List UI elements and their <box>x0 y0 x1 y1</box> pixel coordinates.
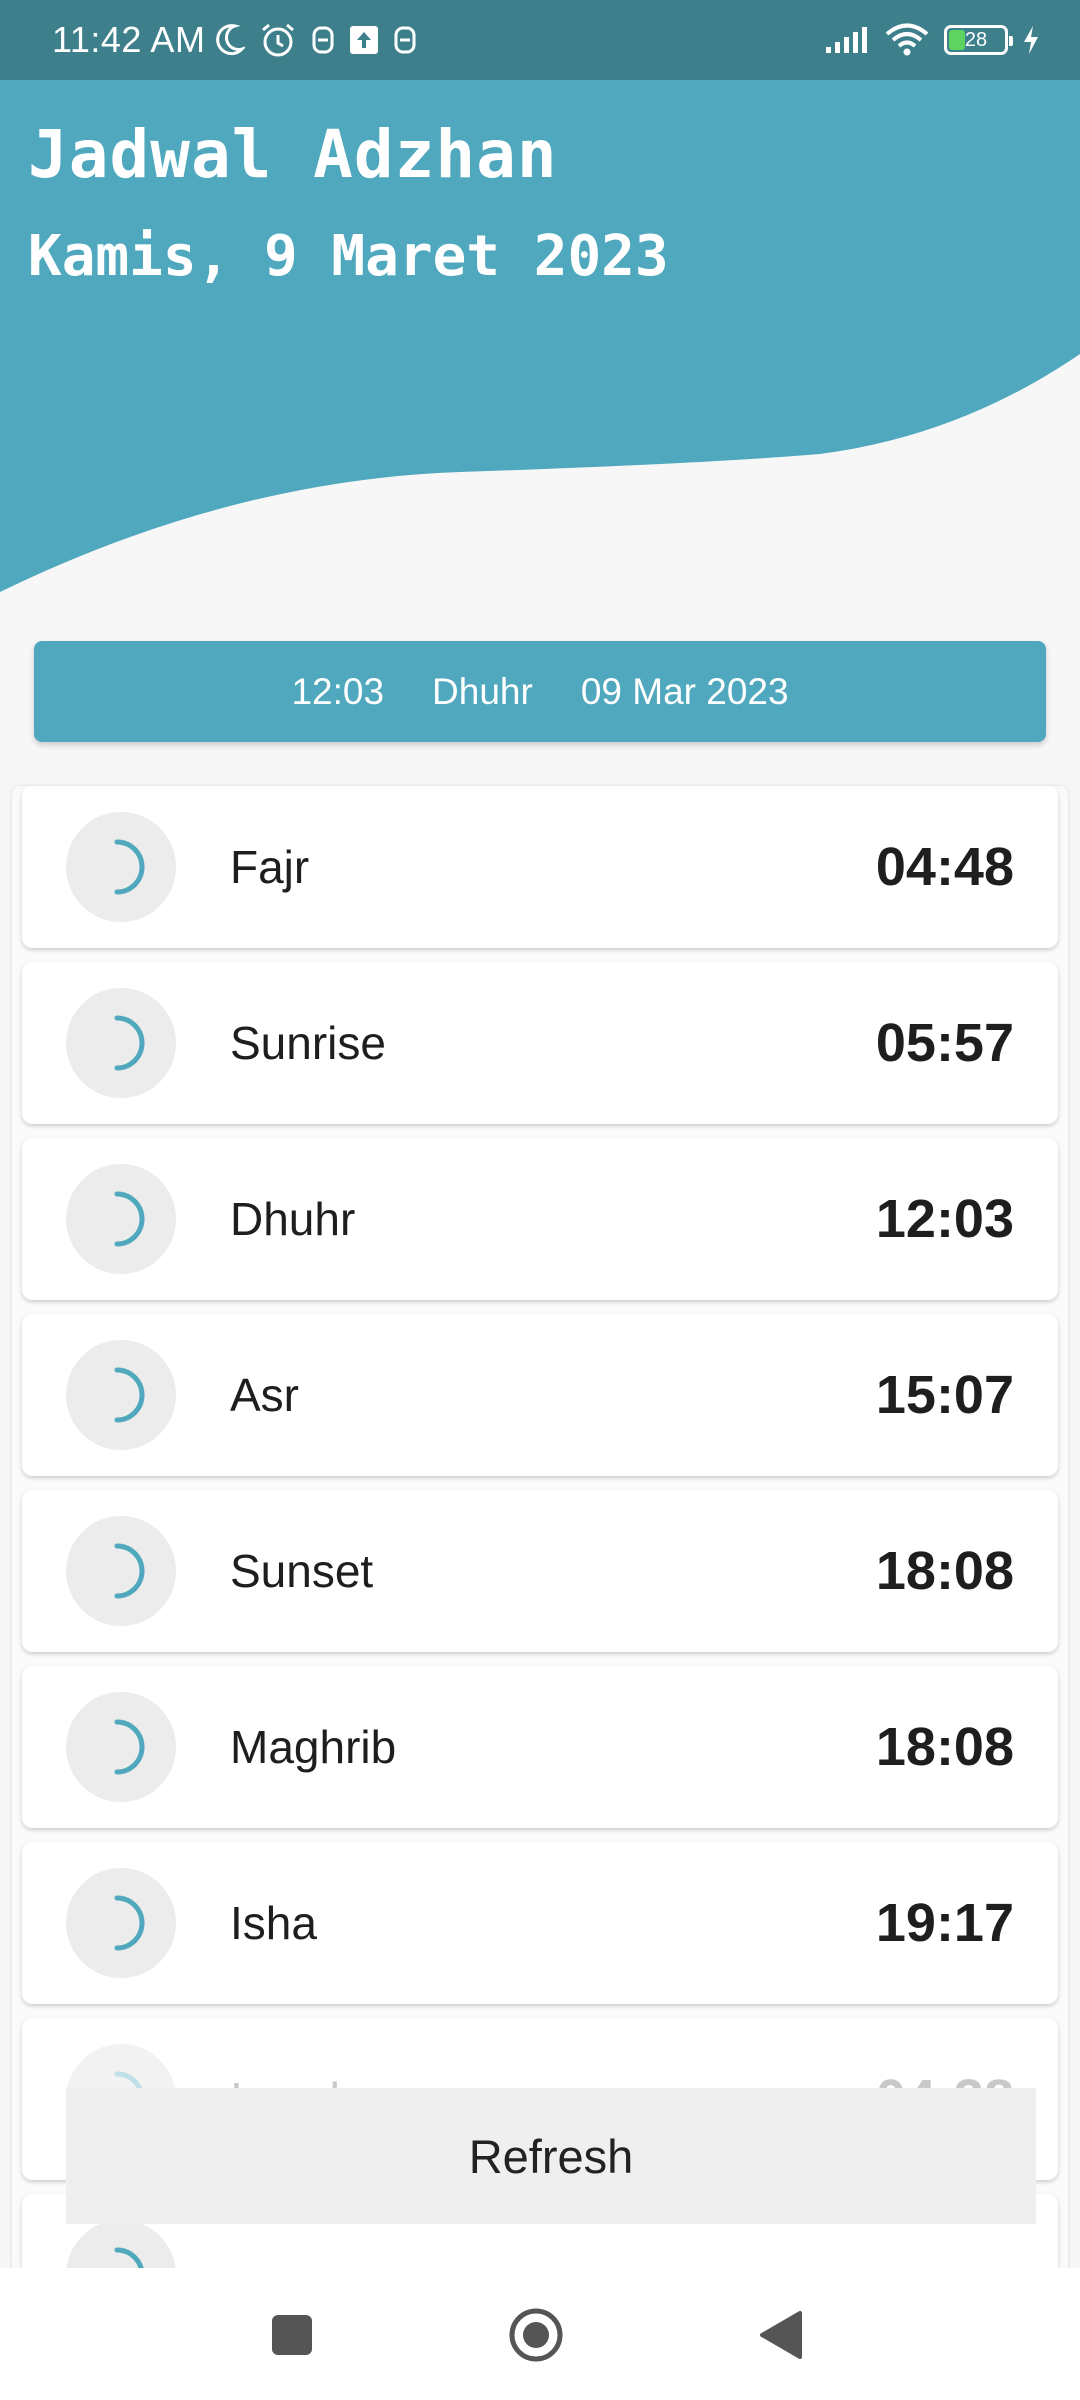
moon-icon <box>66 1692 176 1802</box>
moon-icon <box>66 2220 176 2268</box>
moon-icon <box>66 1516 176 1626</box>
prayer-time: 18:08 <box>875 1717 1014 1777</box>
prayer-card-dhuhr[interactable]: Dhuhr 12:03 <box>22 1138 1058 1300</box>
recent-apps-icon[interactable] <box>257 2302 327 2368</box>
prayer-name: Sunset <box>230 1545 374 1597</box>
prayer-name: Sunrise <box>230 1017 386 1069</box>
prayer-card-fajr[interactable]: Fajr 04:48 <box>22 786 1058 948</box>
prayer-time: 04:48 <box>875 837 1014 897</box>
prayer-card-isha[interactable]: Isha 19:17 <box>22 1842 1058 2004</box>
prayer-name: Dhuhr <box>230 1193 356 1245</box>
nav-bar <box>0 2268 1080 2400</box>
prayer-card-sunrise[interactable]: Sunrise 05:57 <box>22 962 1058 1124</box>
status-icons-left <box>215 22 417 58</box>
prayer-card-asr[interactable]: Asr 15:07 <box>22 1314 1058 1476</box>
upload-icon <box>349 25 379 55</box>
prayer-name: Isha <box>230 1897 317 1949</box>
prayer-name: Asr <box>230 1369 299 1421</box>
wifi-icon <box>884 23 930 57</box>
signal-icon <box>824 25 870 55</box>
prayer-time: 18:08 <box>875 1541 1014 1601</box>
battery-icon: 28 <box>944 25 1013 55</box>
moon-icon <box>66 812 176 922</box>
home-icon[interactable] <box>501 2302 571 2368</box>
prayer-time: 15:07 <box>875 1365 1014 1425</box>
page-title: Jadwal Adzhan <box>28 116 558 193</box>
moon-icon <box>66 988 176 1098</box>
prayer-list[interactable]: Fajr 04:48 Sunrise 05:57 Dhuhr 12:03 Asr… <box>12 786 1068 2268</box>
prayer-time: 12:03 <box>875 1189 1014 1249</box>
status-bar: 11:42 AM 28 <box>0 0 1080 80</box>
refresh-button[interactable]: Refresh <box>66 2088 1036 2224</box>
app-notification-icon <box>311 24 335 56</box>
header: Jadwal Adzhan Kamis, 9 Maret 2023 <box>0 80 1080 602</box>
battery-level: 28 <box>964 28 988 51</box>
alarm-icon <box>259 22 297 58</box>
current-date: 09 Mar 2023 <box>580 670 789 712</box>
current-prayer-name: Dhuhr <box>432 670 533 712</box>
moon-icon <box>66 1868 176 1978</box>
prayer-card-sunset[interactable]: Sunset 18:08 <box>22 1490 1058 1652</box>
prayer-name: Maghrib <box>230 1721 397 1773</box>
app-notification-icon <box>393 24 417 56</box>
current-time: 12:03 <box>291 670 385 712</box>
current-prayer-banner: 12:03 Dhuhr 09 Mar 2023 <box>34 641 1046 742</box>
charging-icon <box>1022 25 1040 55</box>
prayer-card-maghrib[interactable]: Maghrib 18:08 <box>22 1666 1058 1828</box>
prayer-name: Fajr <box>230 841 310 893</box>
moon-icon <box>66 1164 176 1274</box>
header-date: Kamis, 9 Maret 2023 <box>28 224 669 289</box>
back-icon[interactable] <box>746 2302 816 2368</box>
status-icons-right: 28 <box>824 23 1040 57</box>
moon-icon <box>215 23 246 57</box>
status-time: 11:42 AM <box>52 19 206 60</box>
moon-icon <box>66 1340 176 1450</box>
prayer-time: 19:17 <box>875 1893 1014 1953</box>
prayer-time: 05:57 <box>875 1013 1014 1073</box>
